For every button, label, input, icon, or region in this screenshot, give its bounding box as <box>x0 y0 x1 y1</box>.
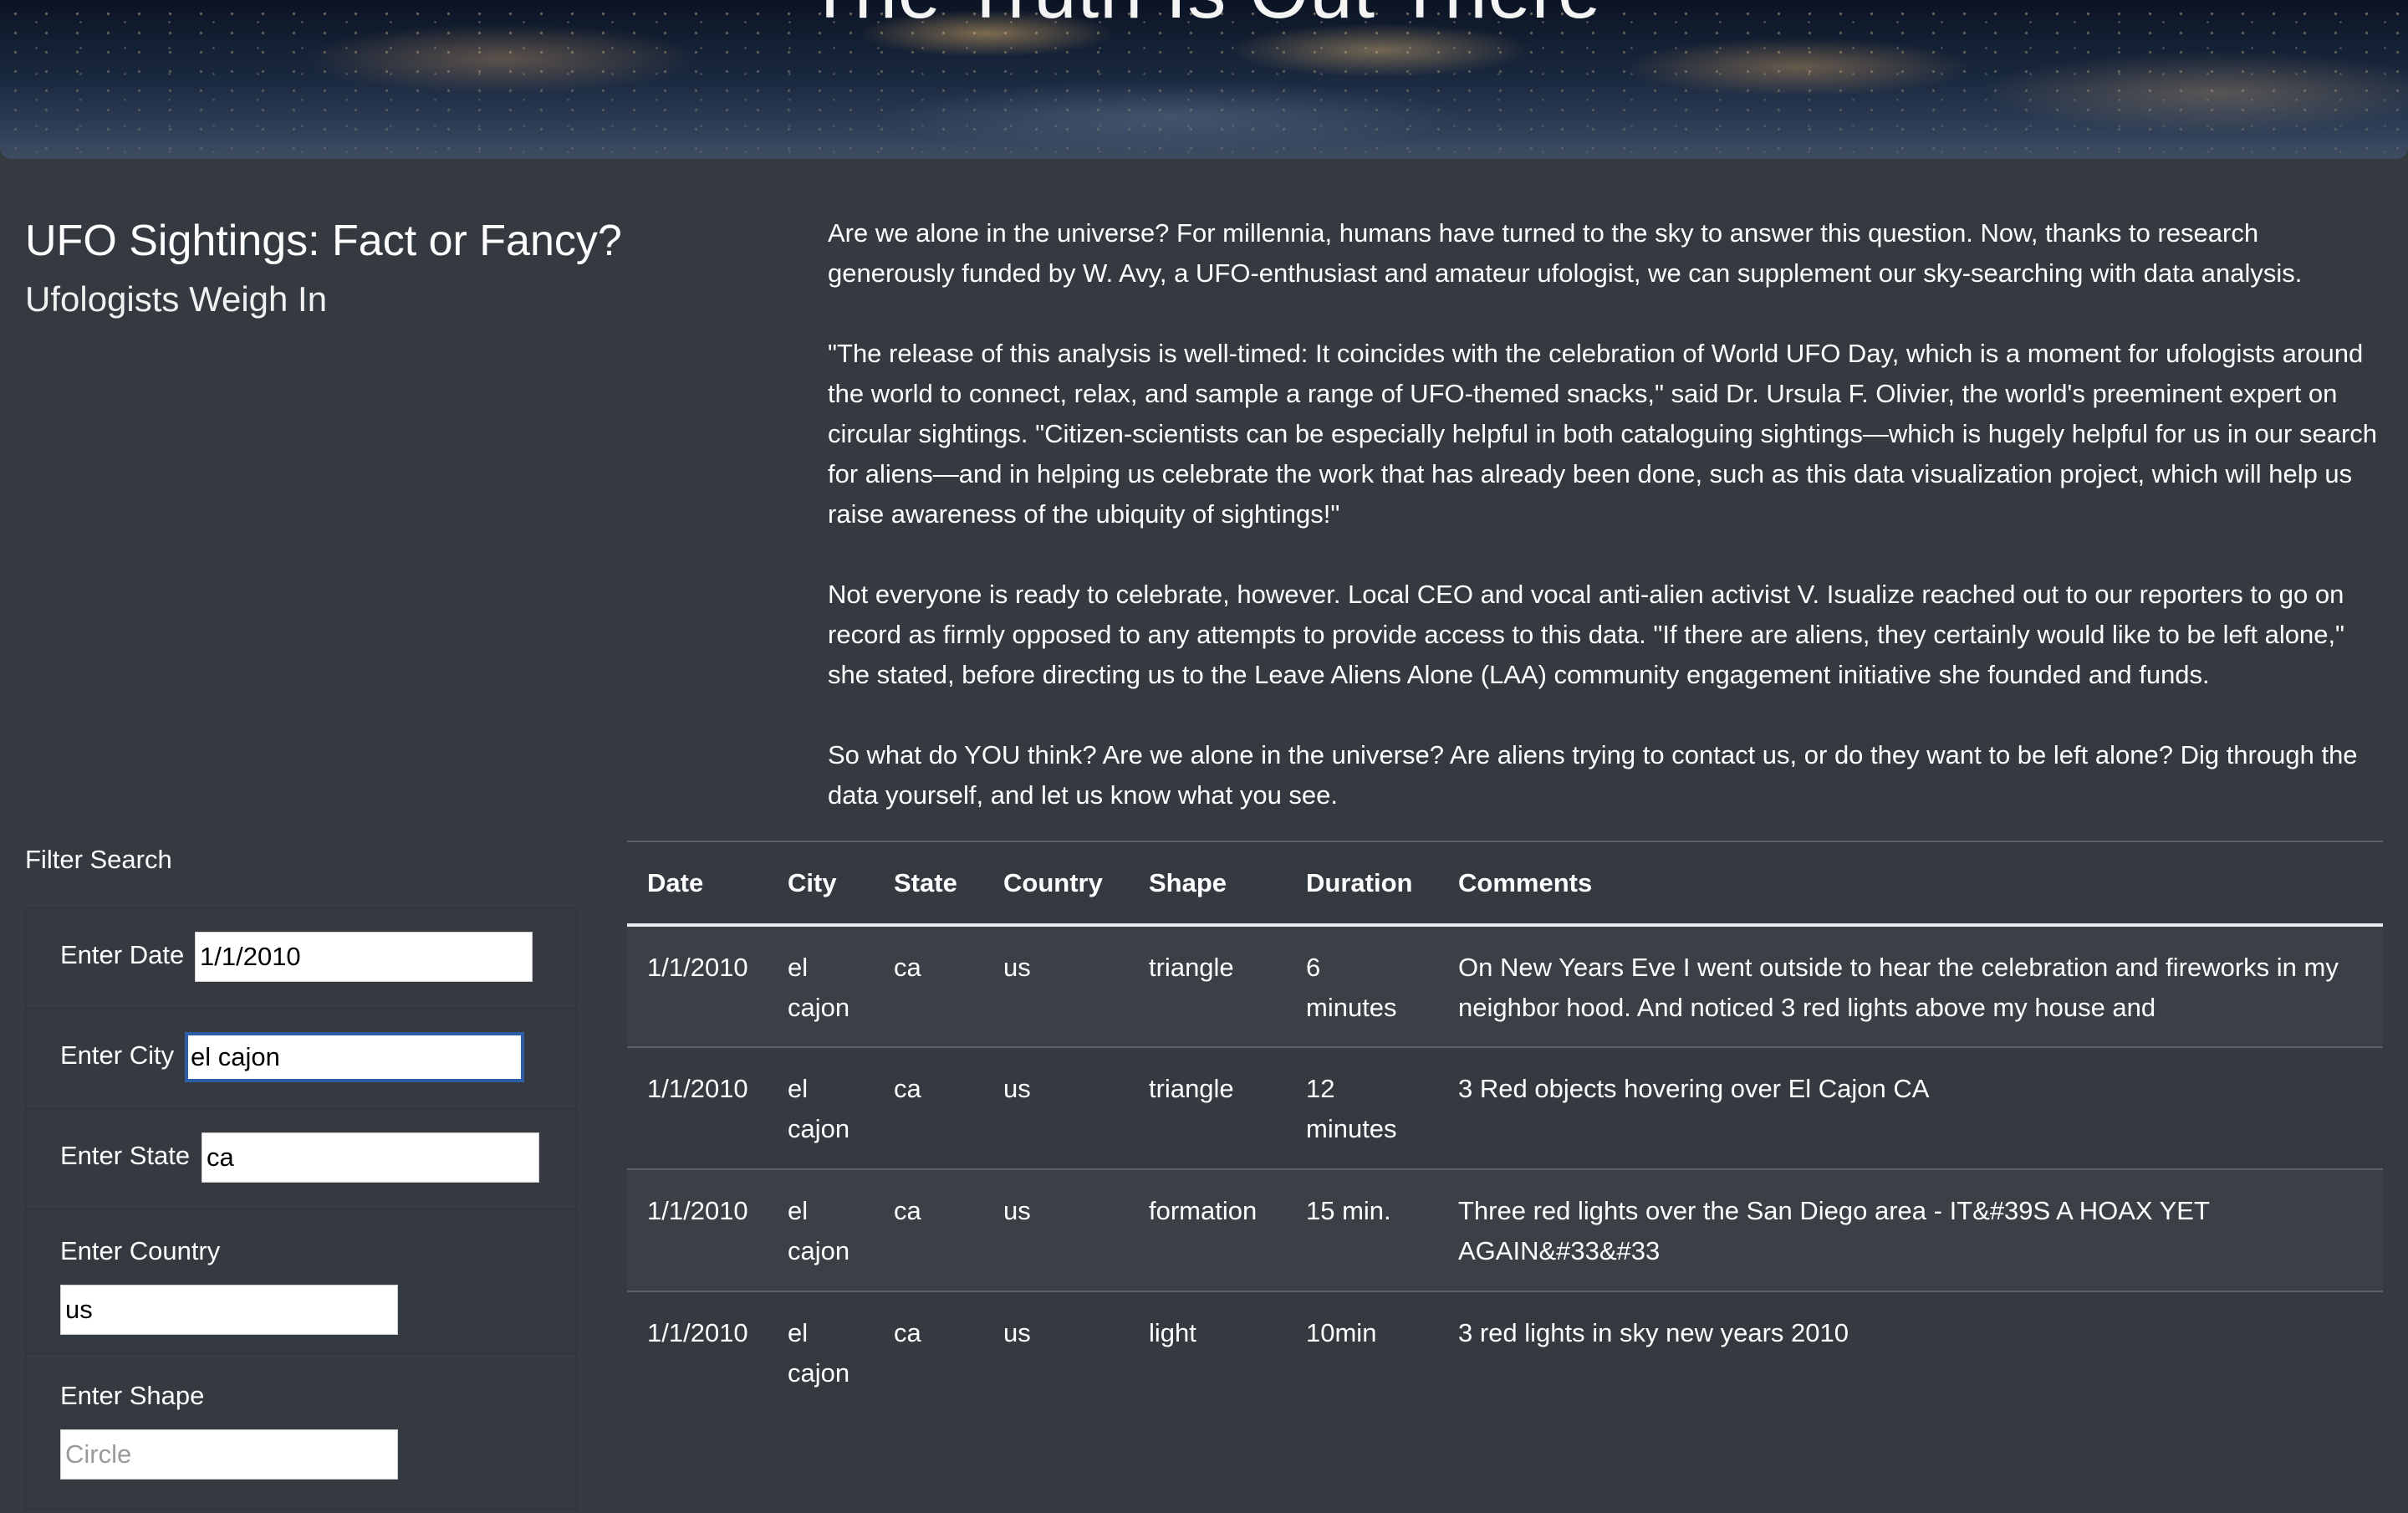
sightings-table-wrapper: Date City State Country Shape Duration C… <box>627 841 2383 1413</box>
cell-state: ca <box>874 925 983 1048</box>
column-header-duration: Duration <box>1286 841 1438 927</box>
table-body: 1/1/2010 el cajon ca us triangle 6 minut… <box>627 925 2383 1413</box>
hero-title: The Truth Is Out There <box>0 0 2408 36</box>
article-paragraph: Not everyone is ready to celebrate, howe… <box>828 580 2345 689</box>
comment-text: On New Years Eve I went outside to hear … <box>1458 953 2339 1022</box>
filter-row-shape: Enter Shape <box>26 1354 576 1513</box>
cell-date: 1/1/2010 <box>627 925 768 1048</box>
cell-duration: 6 minutes <box>1286 925 1438 1048</box>
state-label: Enter State <box>60 1141 191 1170</box>
cell-state: ca <box>874 1169 983 1292</box>
state-input[interactable] <box>202 1132 539 1183</box>
country-input[interactable] <box>60 1285 398 1335</box>
cell-date: 1/1/2010 <box>627 1169 768 1292</box>
article-paragraph: Are we alone in the universe? For millen… <box>828 218 2303 288</box>
cell-state: ca <box>874 1047 983 1170</box>
cell-duration: 15 min. <box>1286 1169 1438 1292</box>
cell-comments: 3 Red objects hovering over El Cajon CA <box>1438 1047 2383 1170</box>
cell-country: us <box>1003 1318 1031 1347</box>
comment-text: 3 red lights in sky new years 2010 <box>1458 1318 1849 1347</box>
cell-duration: 10min <box>1306 1318 1377 1347</box>
sightings-table: Date City State Country Shape Duration C… <box>627 841 2383 1413</box>
filter-row-state: Enter State <box>26 1109 576 1209</box>
column-header-state: State <box>874 841 983 927</box>
column-header-country: Country <box>983 841 1129 927</box>
cell-city: el cajon <box>768 1169 874 1292</box>
cell-date: 1/1/2010 <box>627 1047 768 1170</box>
column-header-city: City <box>768 841 874 927</box>
cell-comments: Three red lights over the San Diego area… <box>1438 1169 2383 1292</box>
filter-panel: Enter Date Enter City Enter State Enter … <box>25 907 577 1510</box>
date-input[interactable] <box>195 932 533 982</box>
country-label: Enter Country <box>60 1236 221 1265</box>
column-header-comments: Comments <box>1438 841 2383 927</box>
date-label: Enter Date <box>60 940 185 969</box>
city-input[interactable] <box>185 1032 524 1082</box>
shape-input[interactable] <box>60 1429 398 1480</box>
hero-banner: The Truth Is Out There <box>0 0 2408 159</box>
cell-shape: light <box>1149 1318 1196 1347</box>
cell-shape: formation <box>1129 1169 1286 1292</box>
comment-text: 3 Red objects hovering over El Cajon CA <box>1458 1074 1930 1103</box>
table-row: 1/1/2010 el cajon ca us light 10min 3 re… <box>627 1291 2383 1413</box>
cell-state: ca <box>894 1318 921 1347</box>
cell-city: el cajon <box>768 925 874 1048</box>
page-title: UFO Sightings: Fact or Fancy? <box>25 217 622 265</box>
cell-shape: triangle <box>1129 925 1286 1048</box>
cell-duration: 12 minutes <box>1286 1047 1438 1170</box>
filter-row-date: Enter Date <box>26 908 576 1009</box>
cell-shape: triangle <box>1129 1047 1286 1170</box>
column-header-date: Date <box>627 841 768 927</box>
filter-row-country: Enter Country <box>26 1209 576 1354</box>
cell-city: el cajon <box>768 1047 874 1170</box>
column-header-shape: Shape <box>1129 841 1286 927</box>
cell-country: us <box>983 925 1129 1048</box>
table-row: 1/1/2010 el cajon ca us formation 15 min… <box>627 1169 2383 1292</box>
shape-label: Enter Shape <box>60 1381 205 1410</box>
filter-search-title: Filter Search <box>25 845 172 874</box>
article-paragraph: So what do YOU think? Are we alone in th… <box>828 740 2358 810</box>
table-row: 1/1/2010 el cajon ca us triangle 12 minu… <box>627 1047 2383 1170</box>
comment-text: Three red lights over the San Diego area… <box>1458 1196 2210 1265</box>
article: Are we alone in the universe? For millen… <box>828 213 2391 856</box>
table-header: Date City State Country Shape Duration C… <box>627 841 2383 927</box>
cell-comments: On New Years Eve I went outside to hear … <box>1438 925 2383 1048</box>
article-paragraph: "The release of this analysis is well-ti… <box>828 339 2378 529</box>
cell-country: us <box>983 1169 1129 1292</box>
filter-row-city: Enter City <box>26 1009 576 1109</box>
cell-country: us <box>983 1047 1129 1170</box>
page-subtitle: Ufologists Weigh In <box>25 279 328 319</box>
cell-date: 1/1/2010 <box>647 1318 748 1347</box>
table-header-row: Date City State Country Shape Duration C… <box>627 841 2383 927</box>
cell-city: el cajon <box>788 1318 850 1388</box>
cell-comments: 3 red lights in sky new years 2010 <box>1438 1291 2383 1413</box>
table-row: 1/1/2010 el cajon ca us triangle 6 minut… <box>627 925 2383 1048</box>
city-label: Enter City <box>60 1040 175 1070</box>
